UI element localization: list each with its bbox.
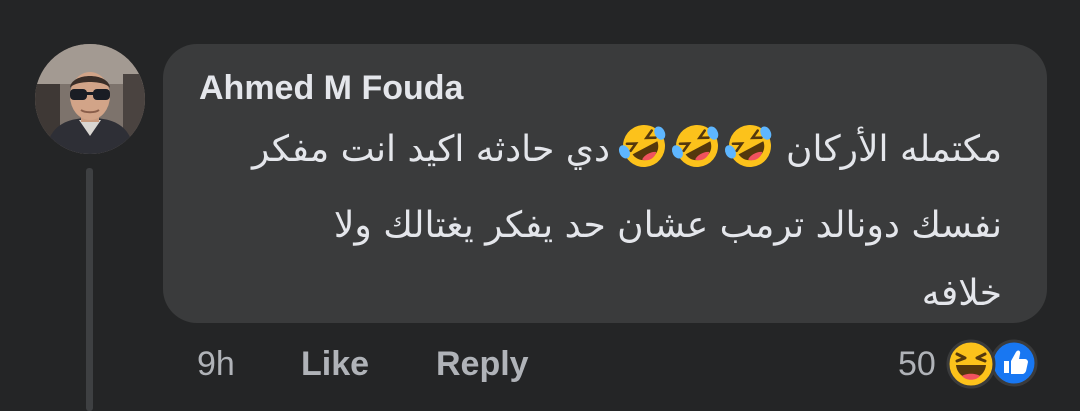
laughing-emoji-group xyxy=(618,123,778,192)
comment-text: مكتمله الأركان دي حادثه اكيد انت مفكر نفس… xyxy=(188,116,1002,328)
reaction-count: 50 xyxy=(898,344,936,383)
rolling-on-floor-laughing-icon xyxy=(671,125,719,167)
comment-text-line-3: خلافه xyxy=(921,273,1002,314)
rolling-on-floor-laughing-icon xyxy=(618,125,666,167)
reactions-summary[interactable]: 50 xyxy=(898,336,1040,392)
comment-text-line-1: مكتمله الأركان دي حادثه اكيد انت مفكر xyxy=(188,116,1002,192)
rolling-on-floor-laughing-icon xyxy=(618,125,772,167)
comment-text-before-emoji: مكتمله الأركان xyxy=(786,129,1002,170)
haha-reaction-icon xyxy=(946,339,996,389)
rolling-on-floor-laughing-icon xyxy=(724,125,772,167)
comment-text-line-2: نفسك دونالد ترمب عشان حد يفكر يغتالك ولا xyxy=(333,205,1002,246)
reaction-icons xyxy=(946,339,1040,389)
comment-author[interactable]: Ahmed M Fouda xyxy=(199,66,463,110)
avatar[interactable] xyxy=(35,44,145,154)
comment-text-after-emoji: دي حادثه اكيد انت مفكر xyxy=(251,129,611,170)
reply-button[interactable]: Reply xyxy=(436,336,529,392)
avatar-photo xyxy=(35,44,145,154)
like-button[interactable]: Like xyxy=(301,336,369,392)
thread-line xyxy=(86,168,93,411)
like-reaction-icon xyxy=(990,339,1038,387)
comment-thread: Ahmed M Fouda مكتمله الأركان دي حادثه اكي… xyxy=(0,0,1080,411)
comment-timestamp: 9h xyxy=(197,345,235,383)
